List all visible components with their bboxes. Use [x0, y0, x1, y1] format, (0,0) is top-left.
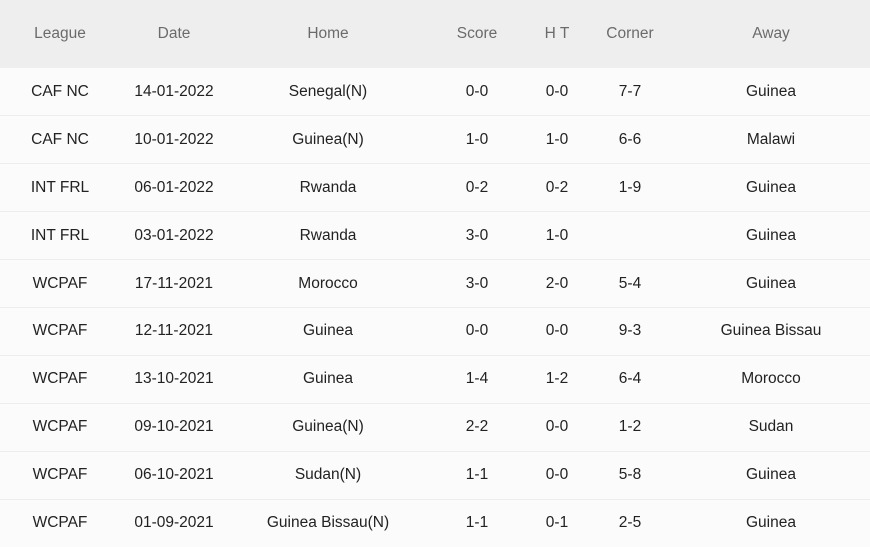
cell-date: 10-01-2022 — [134, 130, 214, 148]
cell-away[interactable]: Guinea — [672, 260, 870, 308]
cell-score: 0-0 — [465, 82, 489, 100]
cell-home: Guinea Bissau(N) — [266, 514, 390, 532]
table-row[interactable]: INT FRL 06-01-2022 Rwanda 0-2 0-2 1-9 Guinea — [0, 163, 870, 212]
cell-league: WCPAF — [32, 274, 88, 292]
table-row[interactable]: WCPAF 09-10-2021 Guinea(N) 2-2 0-0 1-2 Sudan — [0, 403, 870, 452]
cell-league: WCPAF — [32, 322, 88, 340]
table-header-row: League Date Home Score H T Corner Away — [0, 0, 870, 68]
cell-corner: 6-6 — [618, 130, 642, 148]
cell-corner: 6-4 — [618, 370, 642, 388]
cell-away: Sudan — [748, 418, 794, 436]
cell-league: CAF NC — [31, 130, 89, 148]
cell-away: Guinea Bissau — [720, 322, 822, 340]
cell-date: 06-10-2021 — [134, 466, 214, 484]
column-header-away[interactable]: Away — [672, 0, 870, 68]
cell-home: Rwanda — [299, 226, 357, 244]
cell-corner: 1-9 — [618, 178, 642, 196]
cell-ht: 0-1 — [545, 514, 569, 532]
cell-league: INT FRL — [30, 178, 90, 196]
cell-ht: 2-0 — [545, 274, 569, 292]
cell-ht: 0-0 — [545, 466, 569, 484]
cell-date: 13-10-2021 — [134, 370, 214, 388]
cell-league: WCPAF — [32, 370, 88, 388]
cell-home[interactable]: Guinea — [228, 355, 428, 403]
cell-ht: 0-2 — [545, 178, 569, 196]
table-body: CAF NC 14-01-2022 Senegal(N) 0-0 0-0 7-7 Guine… — [0, 68, 870, 547]
table-row[interactable]: WCPAF 17-11-2021 Morocco 3-0 2-0 5-4 Guinea — [0, 259, 870, 308]
cell-home: Morocco — [298, 274, 358, 292]
cell-score: 0-2 — [465, 178, 489, 196]
cell-ht: 1-0 — [545, 226, 569, 244]
cell-score: 2-2 — [465, 418, 489, 436]
cell-home[interactable]: Guinea — [228, 307, 428, 355]
cell-home: Rwanda — [299, 178, 357, 196]
cell-home: Senegal(N) — [288, 82, 368, 100]
column-header-home[interactable]: Home — [228, 0, 428, 68]
cell-date: 03-01-2022 — [134, 226, 214, 244]
cell-score: 1-4 — [465, 370, 489, 388]
cell-ht: 1-2 — [545, 370, 569, 388]
cell-corner: 5-8 — [618, 466, 642, 484]
cell-date: 01-09-2021 — [134, 514, 214, 532]
cell-ht: 0-0 — [545, 322, 569, 340]
cell-score: 0-0 — [465, 322, 489, 340]
cell-score: 1-1 — [465, 514, 489, 532]
cell-date: 12-11-2021 — [134, 322, 214, 340]
cell-date: 14-01-2022 — [134, 82, 214, 100]
cell-score: 3-0 — [465, 274, 489, 292]
match-history-table: League Date Home Score H T Corner Away C… — [0, 0, 870, 547]
cell-corner — [588, 212, 672, 260]
cell-ht: 1-0 — [545, 130, 569, 148]
column-header-corner[interactable]: Corner — [588, 0, 672, 68]
cell-score: 1-0 — [465, 130, 489, 148]
table-header: League Date Home Score H T Corner Away — [0, 0, 870, 68]
table-row[interactable]: CAF NC 10-01-2022 Guinea(N) 1-0 1-0 6-6 Malawi — [0, 115, 870, 164]
cell-away[interactable]: Guinea — [672, 164, 870, 212]
table-row[interactable]: WCPAF 06-10-2021 Sudan(N) 1-1 0-0 5-8 Guinea — [0, 451, 870, 500]
cell-away[interactable]: Guinea — [672, 68, 870, 116]
column-header-league[interactable]: League — [0, 0, 120, 68]
cell-away: Malawi — [746, 130, 796, 148]
column-header-ht[interactable]: H T — [526, 0, 588, 68]
cell-league: INT FRL — [30, 226, 90, 244]
cell-league: WCPAF — [32, 418, 88, 436]
cell-score: 3-0 — [465, 226, 489, 244]
cell-home[interactable]: Guinea(N) — [228, 403, 428, 451]
cell-ht: 0-0 — [545, 418, 569, 436]
cell-ht: 0-0 — [545, 82, 569, 100]
table-row[interactable]: CAF NC 14-01-2022 Senegal(N) 0-0 0-0 7-7 Guine… — [0, 68, 870, 116]
cell-league: WCPAF — [32, 466, 88, 484]
cell-away[interactable]: Guinea — [672, 499, 870, 547]
cell-corner: 9-3 — [618, 322, 642, 340]
cell-league: CAF NC — [31, 82, 89, 100]
cell-league: WCPAF — [32, 514, 88, 532]
cell-date: 06-01-2022 — [134, 178, 214, 196]
cell-date: 09-10-2021 — [134, 418, 214, 436]
table-row[interactable]: WCPAF 01-09-2021 Guinea Bissau(N) 1-1 0-1 2-5… — [0, 499, 870, 547]
cell-home: Sudan(N) — [294, 466, 362, 484]
cell-away[interactable]: Guinea — [672, 451, 870, 499]
cell-home[interactable]: Guinea(N) — [228, 116, 428, 164]
column-header-date[interactable]: Date — [120, 0, 228, 68]
cell-score: 1-1 — [465, 466, 489, 484]
cell-away: Morocco — [741, 370, 801, 388]
cell-away[interactable]: Guinea — [672, 212, 870, 260]
column-header-score[interactable]: Score — [428, 0, 526, 68]
cell-corner: 7-7 — [618, 82, 642, 100]
cell-date: 17-11-2021 — [134, 274, 214, 292]
table-row[interactable]: WCPAF 13-10-2021 Guinea 1-4 1-2 6-4 Morocco — [0, 355, 870, 404]
cell-corner: 5-4 — [618, 274, 642, 292]
table-row[interactable]: WCPAF 12-11-2021 Guinea 0-0 0-0 9-3 Guinea Bis… — [0, 307, 870, 356]
table-row[interactable]: INT FRL 03-01-2022 Rwanda 3-0 1-0 Guinea — [0, 211, 870, 260]
cell-corner: 2-5 — [618, 514, 642, 532]
cell-corner: 1-2 — [618, 418, 642, 436]
